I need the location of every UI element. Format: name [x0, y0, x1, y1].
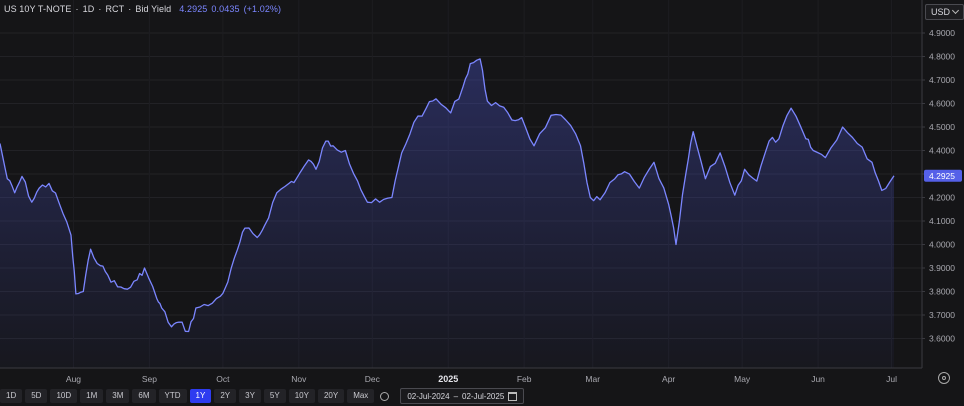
y-tick-label: 4.8000: [929, 52, 955, 62]
x-tick-label: May: [734, 374, 751, 384]
legend-source: RCT: [105, 4, 125, 14]
legend-change-pct: (+1.02%): [243, 4, 282, 14]
date-from: 02-Jul-2024: [407, 391, 450, 401]
y-tick-label: 4.9000: [929, 28, 955, 38]
legend-sep: ·: [75, 4, 79, 14]
clock-icon[interactable]: [377, 389, 391, 403]
date-range-picker[interactable]: 02-Jul-2024 – 02-Jul-2025: [400, 388, 525, 404]
y-tick-label: 3.9000: [929, 263, 955, 273]
range-button-3m[interactable]: 3M: [106, 389, 130, 403]
range-button-6m[interactable]: 6M: [132, 389, 156, 403]
legend-symbol: US 10Y T-NOTE: [4, 4, 72, 14]
x-tick-label: Oct: [216, 374, 230, 384]
y-tick-label: 4.2000: [929, 193, 955, 203]
range-button-max[interactable]: Max: [347, 389, 375, 403]
legend-sep: ·: [98, 4, 102, 14]
x-tick-label: Mar: [585, 374, 600, 384]
y-tick-label: 3.8000: [929, 287, 955, 297]
last-price-label: 4.2925: [929, 171, 955, 181]
x-tick-label: Dec: [365, 374, 381, 384]
range-button-3y[interactable]: 3Y: [239, 389, 261, 403]
last-price-marker: 4.2925: [924, 169, 962, 182]
x-tick-label: Aug: [66, 374, 81, 384]
range-button-ytd[interactable]: YTD: [158, 389, 187, 403]
legend-last-value: 4.2925: [179, 4, 208, 14]
time-axis[interactable]: Aug Sep Oct Nov Dec 2025 Feb Mar Apr May Jun Jul: [66, 374, 897, 384]
range-button-10y[interactable]: 10Y: [288, 389, 315, 403]
clock-face: [379, 391, 389, 401]
range-button-1y[interactable]: 1Y: [189, 389, 212, 403]
y-tick-label: 3.7000: [929, 310, 955, 320]
x-tick-label: 2025: [438, 374, 458, 384]
x-tick-label: Sep: [142, 374, 157, 384]
range-button-10d[interactable]: 10D: [50, 389, 78, 403]
range-button-5d[interactable]: 5D: [25, 389, 48, 403]
range-button-1m[interactable]: 1M: [80, 389, 104, 403]
legend-change: 0.0435: [211, 4, 240, 14]
x-tick-label: Jul: [886, 374, 897, 384]
range-button-5y[interactable]: 5Y: [263, 389, 286, 403]
x-tick-label: Jun: [811, 374, 825, 384]
y-tick-label: 4.6000: [929, 99, 955, 109]
series-area: [0, 58, 894, 369]
currency-label: USD: [931, 7, 951, 17]
y-tick-label: 4.7000: [929, 75, 955, 85]
y-tick-label: 4.5000: [929, 122, 955, 132]
range-button-2y[interactable]: 2Y: [214, 389, 237, 403]
y-tick-label: 3.6000: [929, 334, 955, 344]
date-to: 02-Jul-2025: [462, 391, 505, 401]
gear-icon[interactable]: [938, 372, 950, 384]
legend-sep: ·: [128, 4, 132, 14]
range-toolbar: 1D 5D 10D 1M 3M 6M YTD 1Y 2Y 3Y 5Y 10Y 2…: [0, 388, 525, 404]
y-tick-label: 4.0000: [929, 240, 955, 250]
x-tick-label: Nov: [291, 374, 307, 384]
currency-selector[interactable]: USD: [925, 4, 964, 20]
yield-chart[interactable]: 4.90004.80004.70004.60004.50004.40004.30…: [0, 0, 964, 406]
range-button-20y[interactable]: 20Y: [317, 389, 345, 403]
x-tick-label: Feb: [517, 374, 532, 384]
range-button-1d[interactable]: 1D: [0, 389, 23, 403]
price-axis[interactable]: 4.90004.80004.70004.60004.50004.40004.30…: [922, 28, 955, 344]
calendar-icon: [508, 391, 518, 401]
x-tick-label: Apr: [662, 374, 675, 384]
y-tick-label: 4.1000: [929, 216, 955, 226]
legend-interval: 1D: [82, 4, 95, 14]
chevron-down-icon: [951, 6, 960, 15]
y-tick-label: 4.4000: [929, 146, 955, 156]
date-separator: –: [453, 391, 459, 401]
chart-legend: US 10Y T-NOTE · 1D · RCT · Bid Yield 4.2…: [4, 4, 281, 14]
legend-price-type: Bid Yield: [135, 4, 172, 14]
